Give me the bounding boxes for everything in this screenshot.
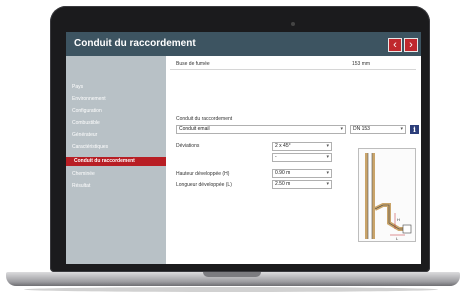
chevron-down-icon: ▾ [326, 154, 329, 160]
longueur-value: 2.50 m [275, 181, 291, 187]
conduit-size-value: DN 153 [353, 126, 370, 132]
deviations-second-value: - [275, 154, 277, 160]
deviations-second-select[interactable]: - ▾ [272, 153, 332, 162]
sidebar-item-configuration[interactable]: Configuration [72, 108, 102, 114]
hauteur-select[interactable]: 0.90 m ▾ [272, 169, 332, 178]
buse-label: Buse de fumée [176, 61, 210, 67]
hauteur-value: 0.90 m [275, 170, 291, 176]
sidebar-item-combustible[interactable]: Combustible [72, 120, 100, 126]
next-button[interactable]: › [404, 38, 418, 52]
divider [170, 69, 416, 70]
title-bar: Conduit du raccordement ‹ › [66, 32, 421, 56]
connector-pipe [374, 203, 405, 231]
connection-diagram: H L [358, 148, 416, 242]
chimney-wall-right [372, 153, 375, 239]
buse-value: 153 mm [352, 61, 371, 67]
hauteur-label: Hauteur développée (H) [176, 171, 230, 177]
previous-button[interactable]: ‹ [388, 38, 402, 52]
conduit-section-label: Conduit du raccordement [176, 116, 233, 122]
longueur-label: Longueur développée (L) [176, 182, 232, 188]
dimension-l-label: L [396, 236, 399, 241]
main-panel: Buse de fumée 153 mm Conduit du raccorde… [166, 56, 421, 264]
app-screen: Conduit du raccordement ‹ › Pays Environ… [66, 32, 421, 264]
deviations-value: 2 x 45° [275, 143, 291, 149]
chevron-down-icon: ▾ [326, 143, 329, 149]
info-icon[interactable]: i [410, 125, 419, 134]
dimension-h-label: H [397, 217, 400, 222]
laptop-shadow [24, 287, 438, 292]
appliance-outlet [402, 224, 412, 234]
sidebar-item-pays[interactable]: Pays [72, 84, 83, 90]
chimney-wall-left [365, 153, 368, 239]
window-title: Conduit du raccordement [74, 38, 196, 49]
conduit-type-select[interactable]: Conduit email ▾ [176, 125, 346, 134]
sidebar: Pays Environnement Configuration Combust… [66, 56, 166, 264]
chevron-down-icon: ▾ [326, 170, 329, 176]
chevron-down-icon: ▾ [400, 126, 403, 132]
chevron-right-icon: › [409, 39, 413, 51]
chevron-down-icon: ▾ [340, 126, 343, 132]
webcam [291, 22, 295, 26]
sidebar-item-caracteristiques[interactable]: Caractéristiques [72, 144, 108, 150]
deviations-select[interactable]: 2 x 45° ▾ [272, 142, 332, 151]
longueur-select[interactable]: 2.50 m ▾ [272, 180, 332, 189]
flue-connection-diagram: H L [365, 153, 412, 241]
laptop-notch [203, 272, 261, 277]
conduit-type-value: Conduit email [179, 126, 210, 132]
sidebar-item-generateur[interactable]: Générateur [72, 132, 97, 138]
sidebar-item-environnement[interactable]: Environnement [72, 96, 106, 102]
conduit-size-select[interactable]: DN 153 ▾ [350, 125, 406, 134]
sidebar-item-conduit[interactable]: Conduit du raccordement [66, 157, 166, 166]
deviations-label: Déviations [176, 143, 200, 149]
chevron-down-icon: ▾ [326, 181, 329, 187]
sidebar-item-cheminee[interactable]: Cheminée [72, 171, 95, 177]
sidebar-item-resultat[interactable]: Résultat [72, 183, 90, 189]
chevron-left-icon: ‹ [393, 39, 397, 51]
